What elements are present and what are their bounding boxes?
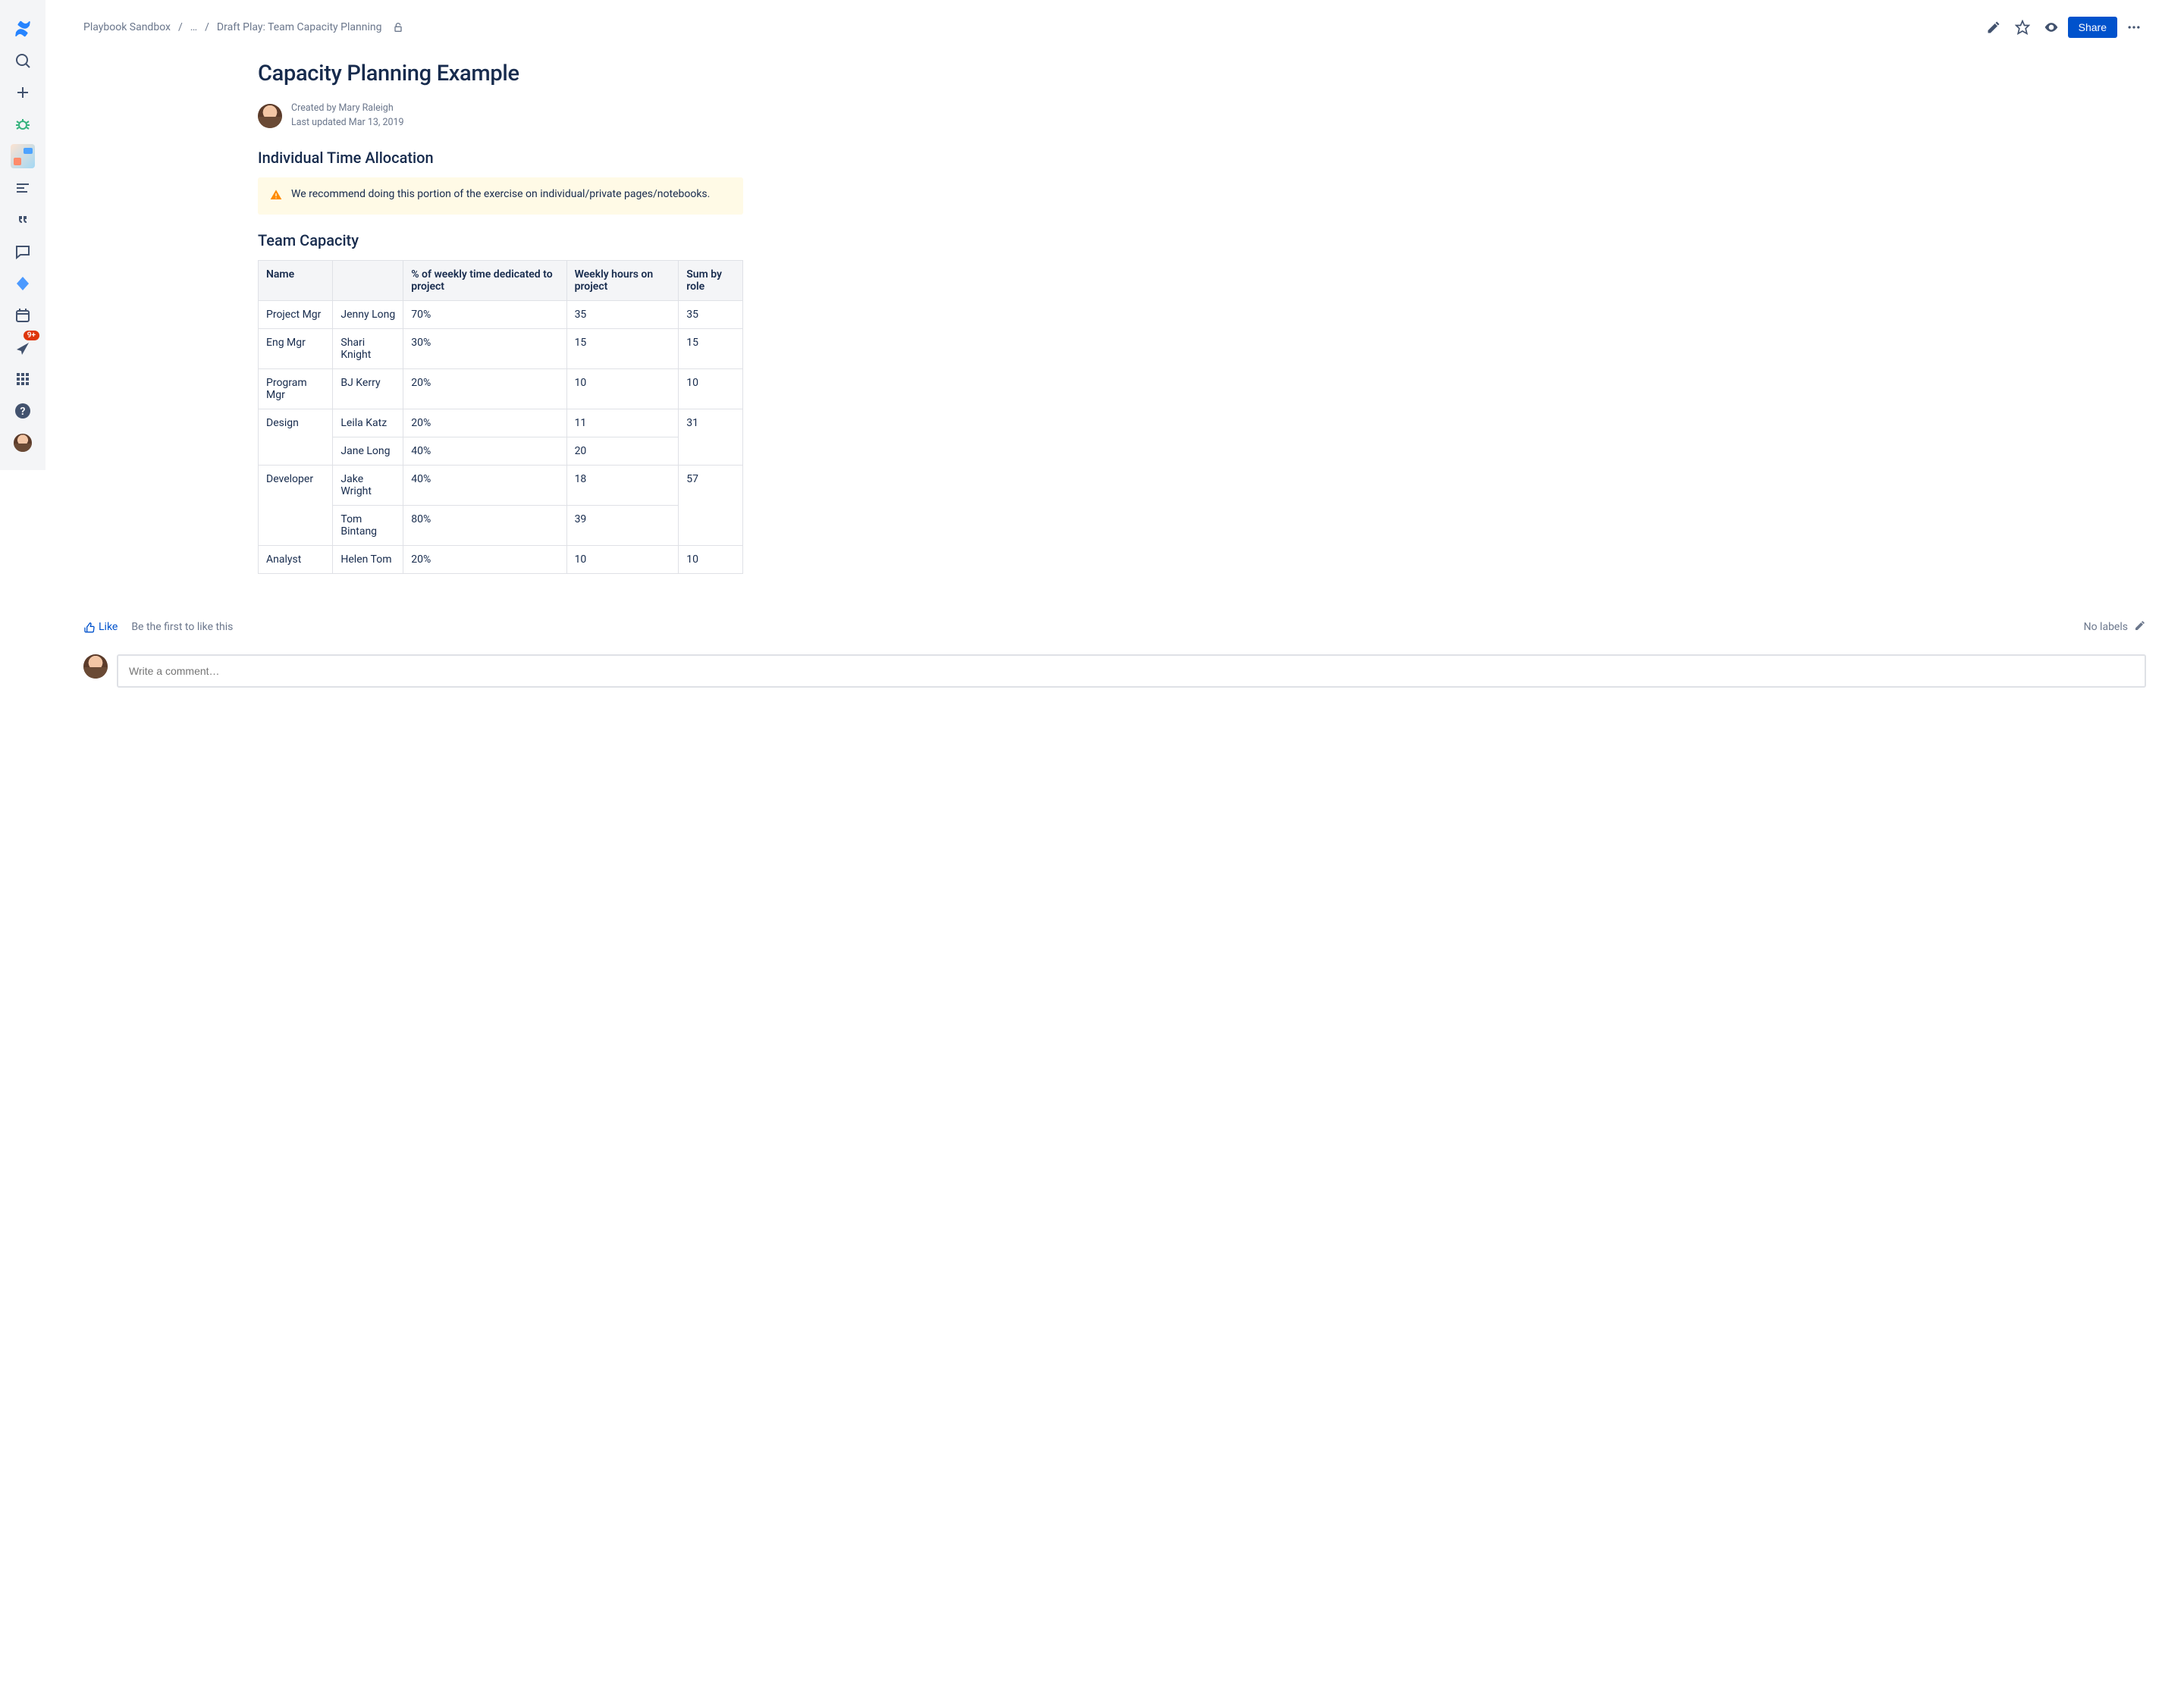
watch-icon[interactable]	[2039, 15, 2063, 39]
notification-badge: 9+	[24, 331, 39, 340]
diamond-icon[interactable]	[8, 268, 38, 299]
svg-text:?: ?	[20, 406, 26, 418]
no-labels: No labels	[2084, 621, 2128, 633]
table-row: Developer Jake Wright 40% 18 57	[259, 465, 743, 505]
table-row: Design Leila Katz 20% 11 31	[259, 409, 743, 437]
last-updated: Last updated Mar 13, 2019	[291, 116, 404, 130]
table-row: Program Mgr BJ Kerry 20% 10 10	[259, 368, 743, 409]
breadcrumb-ellipsis[interactable]: …	[190, 21, 197, 33]
breadcrumb-separator: /	[174, 21, 187, 33]
created-by: Created by Mary Raleigh	[291, 102, 404, 116]
notifications-icon[interactable]: 9+	[8, 332, 38, 362]
space-icon[interactable]	[8, 141, 38, 171]
warning-icon	[270, 189, 282, 204]
author-avatar[interactable]	[258, 104, 282, 128]
comment-row	[83, 654, 2146, 688]
warning-text: We recommend doing this portion of the e…	[291, 188, 710, 200]
breadcrumb-separator: /	[200, 21, 214, 33]
current-user-avatar[interactable]	[83, 654, 108, 679]
align-left-icon[interactable]	[8, 173, 38, 203]
th-blank	[333, 260, 403, 300]
quote-icon[interactable]	[8, 205, 38, 235]
profile-avatar[interactable]	[8, 428, 38, 458]
th-percent: % of weekly time dedicated to project	[403, 260, 566, 300]
confluence-logo[interactable]	[8, 14, 38, 44]
create-icon[interactable]	[8, 77, 38, 108]
edit-labels-icon[interactable]	[2134, 619, 2146, 635]
th-sum: Sum by role	[679, 260, 743, 300]
warning-panel: We recommend doing this portion of the e…	[258, 177, 743, 215]
edit-icon[interactable]	[1982, 15, 2006, 39]
footer-row: Like Be the first to like this No labels	[83, 619, 2146, 635]
unlocked-icon[interactable]	[392, 21, 404, 33]
th-hours: Weekly hours on project	[566, 260, 679, 300]
table-row: Eng Mgr Shari Knight 30% 15 15	[259, 328, 743, 368]
like-label: Like	[99, 621, 118, 633]
share-button[interactable]: Share	[2068, 17, 2117, 38]
like-button[interactable]: Like	[83, 621, 118, 633]
more-icon[interactable]	[2122, 15, 2146, 39]
section-individual: Individual Time Allocation	[258, 149, 743, 167]
like-note: Be the first to like this	[131, 621, 233, 633]
breadcrumb-space[interactable]: Playbook Sandbox	[83, 21, 171, 33]
table-row: Project Mgr Jenny Long 70% 35 35	[259, 300, 743, 328]
section-team: Team Capacity	[258, 231, 743, 249]
search-icon[interactable]	[8, 45, 38, 76]
bug-icon[interactable]	[8, 109, 38, 140]
topbar: Playbook Sandbox / … / Draft Play: Team …	[83, 15, 2146, 39]
byline: Created by Mary Raleigh Last updated Mar…	[258, 102, 743, 130]
comment-icon[interactable]	[8, 237, 38, 267]
breadcrumbs: Playbook Sandbox / … / Draft Play: Team …	[83, 21, 404, 33]
star-icon[interactable]	[2010, 15, 2035, 39]
table-row: Analyst Helen Tom 20% 10 10	[259, 545, 743, 573]
th-name: Name	[259, 260, 333, 300]
page-title: Capacity Planning Example	[258, 61, 743, 86]
help-icon[interactable]: ?	[8, 396, 38, 426]
page-actions: Share	[1982, 15, 2146, 39]
global-sidebar: 9+ ?	[0, 0, 46, 470]
comment-input[interactable]	[117, 654, 2146, 688]
calendar-icon[interactable]	[8, 300, 38, 331]
apps-icon[interactable]	[8, 364, 38, 394]
main-content: Playbook Sandbox / … / Draft Play: Team …	[46, 0, 2184, 1693]
capacity-table: Name % of weekly time dedicated to proje…	[258, 260, 743, 574]
breadcrumb-page[interactable]: Draft Play: Team Capacity Planning	[217, 21, 382, 33]
